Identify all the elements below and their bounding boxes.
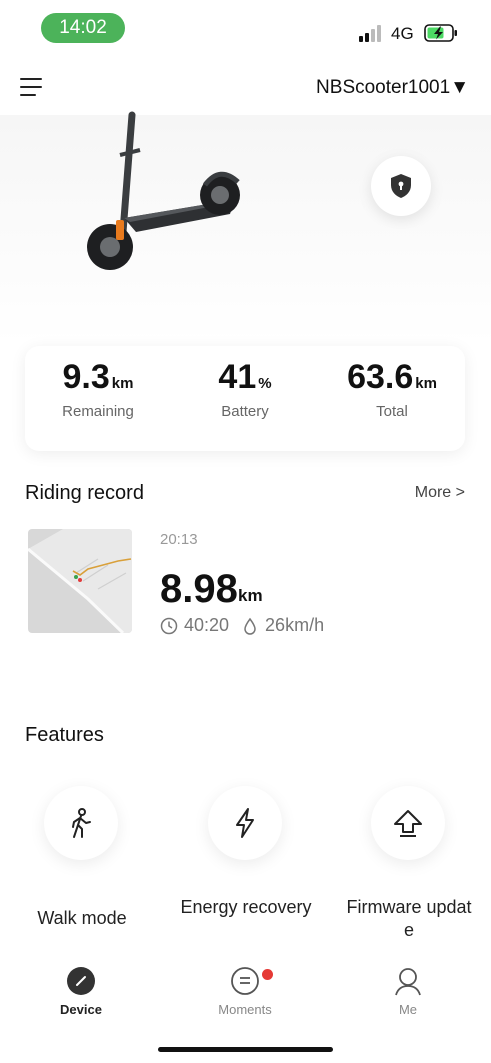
ride-distance-unit: km (238, 586, 263, 605)
stat-value: 63.6 (347, 358, 414, 396)
stat-total: 63.6 km Total (319, 358, 465, 420)
energy-recovery-label: Energy recovery (180, 897, 312, 917)
ride-meta: 40:20 26km/h (160, 615, 324, 636)
firmware-update-button[interactable] (371, 786, 445, 860)
battery-charging-icon (424, 24, 457, 42)
ride-distance: 8.98 (160, 567, 238, 611)
nav-me[interactable]: Me (363, 966, 453, 1017)
more-link[interactable]: More > (415, 484, 465, 502)
stat-value: 9.3 (62, 358, 110, 396)
scooter-image (87, 111, 240, 270)
shield-icon (391, 174, 411, 198)
features-title: Features (25, 724, 104, 746)
lightning-bolt-icon (236, 808, 254, 838)
walk-mode-button[interactable] (44, 786, 118, 860)
nav-label: Moments (218, 1002, 272, 1017)
riding-record-title: Riding record (25, 482, 144, 504)
network-type: 4G (391, 24, 414, 43)
menu-icon[interactable] (20, 78, 44, 98)
stat-unit: km (111, 375, 134, 392)
walking-person-icon (72, 808, 91, 838)
firmware-update-label: Firmware update (346, 897, 472, 940)
nav-moments[interactable]: Moments (200, 966, 290, 1017)
ride-start-time: 20:13 (160, 531, 198, 548)
nav-label: Me (398, 1002, 418, 1017)
energy-recovery-button[interactable] (208, 786, 282, 860)
stat-label: Remaining (62, 403, 134, 420)
device-icon (66, 966, 96, 996)
status-time: 14:02 (41, 13, 125, 43)
signal-icon (359, 25, 381, 42)
nav-label: Device (60, 1002, 102, 1017)
device-selector[interactable]: NBScooter1001▼ (316, 77, 469, 99)
stat-unit: km (415, 375, 437, 392)
stat-battery: 41% Battery (172, 358, 318, 420)
nav-device[interactable]: Device (36, 966, 126, 1017)
clock-icon (160, 617, 178, 634)
stat-value: 41 (218, 358, 257, 396)
home-indicator (158, 1047, 333, 1052)
stats-card: 9.3 km Remaining 41% Battery 63.6 km Total (25, 346, 465, 451)
stat-label: Battery (221, 403, 269, 420)
chat-bubble-icon (230, 966, 273, 996)
map-image (28, 529, 132, 633)
stat-unit: % (258, 375, 272, 392)
ride-duration: 40:20 (184, 615, 230, 635)
ride-avg-speed: 26km/h (265, 615, 325, 635)
speed-icon (244, 617, 256, 635)
upload-arrow-icon (394, 810, 422, 837)
stat-label: Total (376, 403, 408, 420)
stat-remaining: 9.3 km Remaining (25, 358, 171, 420)
person-icon (393, 966, 423, 996)
walk-mode-label: Walk mode (37, 908, 127, 928)
notification-badge (262, 969, 273, 980)
route-map-thumbnail[interactable] (28, 529, 132, 633)
security-button[interactable] (371, 156, 431, 216)
